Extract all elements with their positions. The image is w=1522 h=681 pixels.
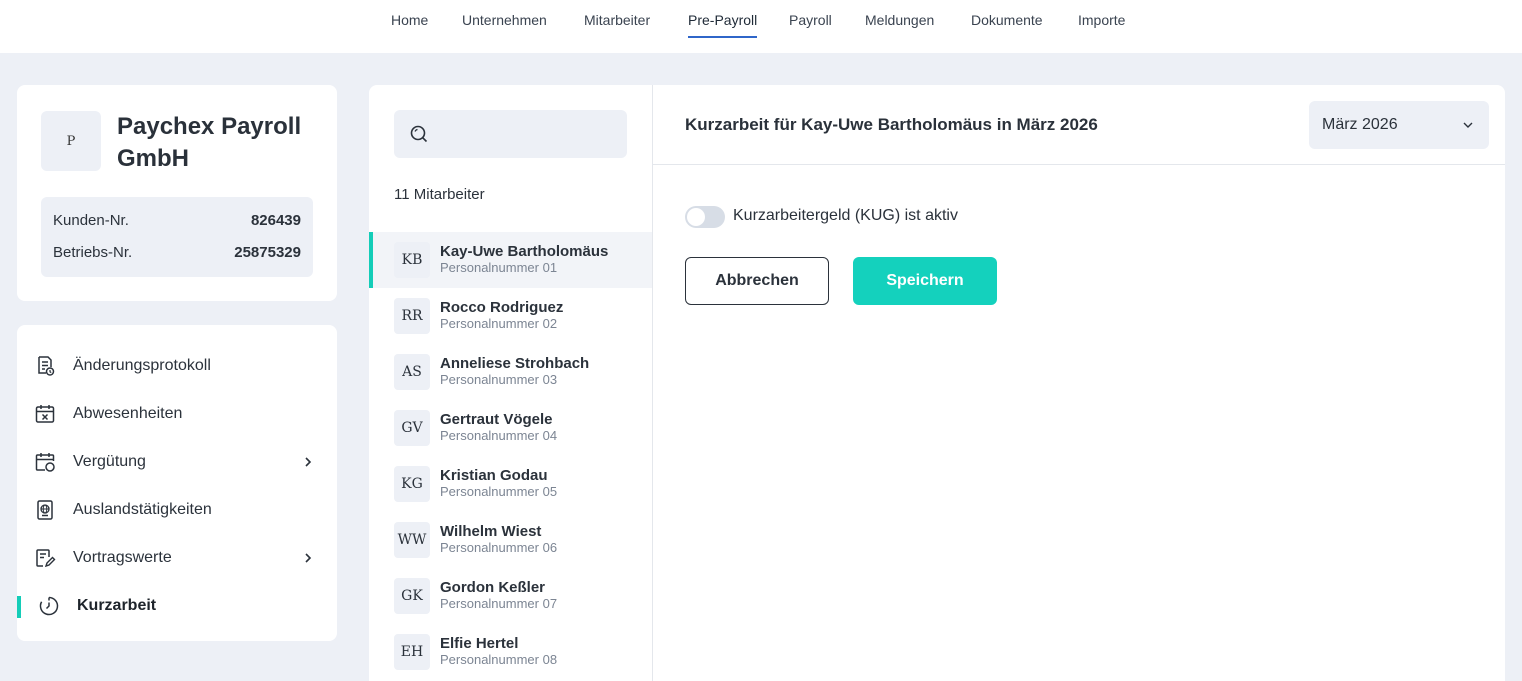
company-logo: P [41, 111, 101, 171]
menu-item-verguetung[interactable]: Vergütung [17, 442, 337, 482]
customer-number-value: 826439 [250, 212, 301, 229]
employee-number: Personalnummer 04 [440, 428, 558, 443]
menu-item-label: Vergütung [73, 453, 146, 470]
edit-document-icon [36, 549, 56, 568]
menu-item-label: Änderungsprotokoll [73, 357, 211, 374]
active-indicator [17, 596, 21, 618]
calendar-coins-icon [35, 453, 55, 472]
search-input[interactable] [394, 110, 627, 158]
menu-item-label: Auslandstätigkeiten [73, 501, 212, 518]
employee-number: Personalnummer 03 [440, 372, 558, 387]
menu-item-auslandstaetigkeiten[interactable]: Auslandstätigkeiten [17, 490, 337, 530]
employee-list-item[interactable]: KB Kay-Uwe Bartholomäus Personalnummer 0… [369, 232, 652, 288]
menu-item-aenderungsprotokoll[interactable]: Änderungsprotokoll [17, 346, 337, 386]
employee-name: Rocco Rodriguez [440, 299, 564, 316]
chevron-right-icon [305, 553, 312, 563]
employee-name: Wilhelm Wiest [440, 523, 542, 540]
avatar: KB [394, 242, 430, 278]
business-number-value: 25875329 [234, 244, 301, 261]
employee-number: Personalnummer 06 [440, 540, 558, 555]
nav-dokumente[interactable]: Dokumente [971, 12, 1043, 38]
search-icon [410, 125, 428, 143]
customer-number-row: Kunden-Nr. 826439 [53, 212, 301, 229]
employee-name: Kay-Uwe Bartholomäus [440, 243, 609, 260]
top-navigation: Home Unternehmen Mitarbeiter Pre-Payroll… [0, 0, 1522, 53]
nav-payroll[interactable]: Payroll [789, 12, 832, 38]
customer-number-label: Kunden-Nr. [53, 212, 129, 229]
menu-item-label: Kurzarbeit [77, 597, 157, 614]
kug-toggle[interactable] [685, 206, 725, 228]
save-button[interactable]: Speichern [853, 257, 997, 305]
employee-name: Gertraut Vögele [440, 411, 553, 428]
employee-count: 11 Mitarbeiter [394, 186, 485, 203]
avatar: WW [394, 522, 430, 558]
company-card: P Paychex Payroll GmbH Kunden-Nr. 826439… [17, 85, 337, 301]
employee-list-panel: 11 Mitarbeiter KB Kay-Uwe Bartholomäus P… [369, 85, 653, 681]
chevron-down-icon [1463, 122, 1473, 128]
employee-name: Anneliese Strohbach [440, 355, 590, 372]
passport-icon [37, 500, 53, 520]
employee-name: Elfie Hertel [440, 635, 519, 652]
business-number-label: Betriebs-Nr. [53, 244, 133, 261]
nav-pre-payroll[interactable]: Pre-Payroll [688, 12, 758, 38]
kug-toggle-label: Kurzarbeitergeld (KUG) ist aktiv [733, 207, 958, 224]
selected-indicator [369, 232, 373, 288]
nav-unternehmen[interactable]: Unternehmen [462, 12, 547, 38]
menu-item-vortragswerte[interactable]: Vortragswerte [17, 538, 337, 578]
month-select-value: März 2026 [1322, 116, 1398, 133]
avatar: EH [394, 634, 430, 670]
employee-number: Personalnummer 01 [440, 260, 558, 275]
calendar-x-icon [35, 405, 55, 423]
employee-number: Personalnummer 07 [440, 596, 558, 611]
cancel-button[interactable]: Abbrechen [685, 257, 829, 305]
employee-list-item[interactable]: GV Gertraut Vögele Personalnummer 04 [369, 400, 652, 456]
detail-header: Kurzarbeit für Kay-Uwe Bartholomäus in M… [653, 85, 1505, 165]
menu-item-kurzarbeit[interactable]: Kurzarbeit [17, 586, 337, 626]
employee-number: Personalnummer 02 [440, 316, 558, 331]
avatar: KG [394, 466, 430, 502]
month-select[interactable]: März 2026 [1309, 101, 1489, 149]
employee-number: Personalnummer 05 [440, 484, 558, 499]
menu-item-label: Abwesenheiten [73, 405, 183, 422]
employee-number: Personalnummer 08 [440, 652, 558, 667]
employee-name: Gordon Keßler [440, 579, 546, 596]
page-title: Kurzarbeit für Kay-Uwe Bartholomäus in M… [685, 115, 1098, 134]
nav-mitarbeiter[interactable]: Mitarbeiter [584, 12, 650, 38]
employee-list-item[interactable]: KG Kristian Godau Personalnummer 05 [369, 456, 652, 512]
company-ids: Kunden-Nr. 826439 Betriebs-Nr. 25875329 [41, 197, 313, 277]
nav-home[interactable]: Home [391, 12, 428, 38]
employee-list-item[interactable]: AS Anneliese Strohbach Personalnummer 03 [369, 344, 652, 400]
menu-item-abwesenheiten[interactable]: Abwesenheiten [17, 394, 337, 434]
employee-list-item[interactable]: RR Rocco Rodriguez Personalnummer 02 [369, 288, 652, 344]
employee-list-item[interactable]: GK Gordon Keßler Personalnummer 07 [369, 568, 652, 624]
toggle-knob [687, 208, 705, 226]
company-name: Paychex Payroll GmbH [117, 113, 302, 172]
business-number-row: Betriebs-Nr. 25875329 [53, 244, 301, 261]
nav-importe[interactable]: Importe [1078, 12, 1125, 38]
employee-list-item[interactable]: WW Wilhelm Wiest Personalnummer 06 [369, 512, 652, 568]
kurzarbeit-detail-panel: Kurzarbeit für Kay-Uwe Bartholomäus in M… [653, 85, 1505, 681]
avatar: RR [394, 298, 430, 334]
avatar: AS [394, 354, 430, 390]
timer-icon [39, 596, 59, 616]
employee-name: Kristian Godau [440, 467, 548, 484]
avatar: GK [394, 578, 430, 614]
nav-meldungen[interactable]: Meldungen [865, 12, 934, 38]
avatar: GV [394, 410, 430, 446]
change-log-icon [38, 356, 55, 376]
employee-list-item[interactable]: EH Elfie Hertel Personalnummer 08 [369, 624, 652, 680]
menu-item-label: Vortragswerte [73, 549, 172, 566]
chevron-right-icon [305, 457, 312, 467]
side-menu: Änderungsprotokoll Abwesenheiten Vergütu… [17, 325, 337, 641]
